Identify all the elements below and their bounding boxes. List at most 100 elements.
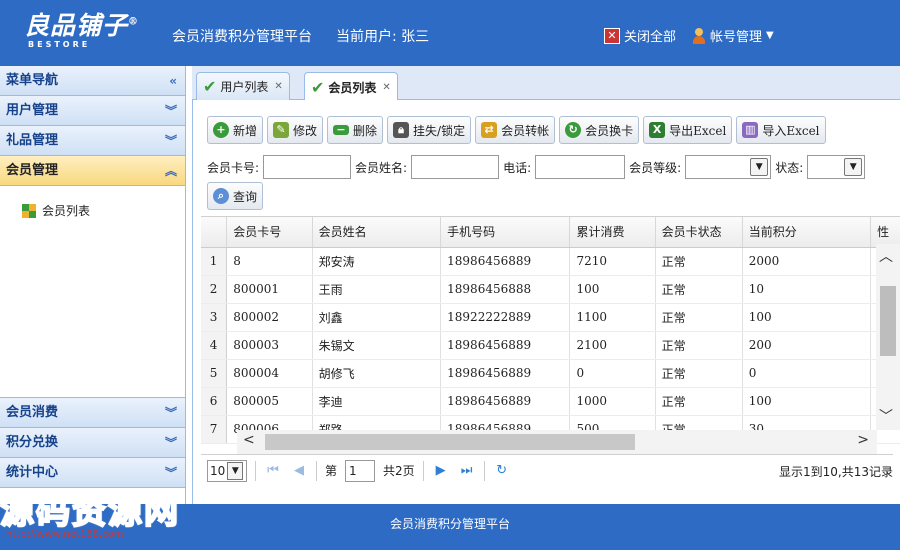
page-size-value: 10 xyxy=(210,463,226,478)
main-panel: + 新增 ✎ 修改 − 删除 🔒︎ 挂失/锁定 ⇄ 会员转帐 ↻ 会员换卡 X … xyxy=(192,100,900,504)
vertical-scrollbar[interactable]: ︿ ﹀ xyxy=(876,244,900,430)
table-cell: 100 xyxy=(569,275,656,304)
tab-user-list[interactable]: ✔ 用户列表 ✕ xyxy=(196,72,290,100)
delete-button[interactable]: − 删除 xyxy=(327,116,384,144)
table-cell: 8 xyxy=(226,247,313,276)
status-select[interactable]: ▼ xyxy=(807,155,866,179)
table-cell: 1000 xyxy=(569,387,656,416)
column-header[interactable]: 会员姓名 xyxy=(312,217,442,248)
user-icon xyxy=(692,27,706,44)
row-number-header xyxy=(201,217,228,248)
column-header[interactable]: 会员卡号 xyxy=(226,217,313,248)
page-number-input[interactable]: 1 xyxy=(345,459,376,482)
tab-close-icon[interactable]: ✕ xyxy=(382,82,390,93)
change-card-button[interactable]: ↻ 会员换卡 xyxy=(559,116,640,144)
table-cell: 胡修飞 xyxy=(312,359,442,388)
table-cell: 正常 xyxy=(655,275,743,304)
table-cell: 800003 xyxy=(226,331,313,360)
column-header[interactable]: 当前积分 xyxy=(742,217,872,248)
edit-button[interactable]: ✎ 修改 xyxy=(267,116,324,144)
table-row[interactable]: 4 800003 朱锡文 18986456889 2100 正常 200 xyxy=(201,331,900,360)
table-cell: 2100 xyxy=(569,331,656,360)
scroll-right-icon[interactable]: > xyxy=(857,432,869,448)
sidebar-item-gift-mgmt[interactable]: 礼品管理 ︾ xyxy=(0,126,185,156)
first-page-icon[interactable]: ⏮ xyxy=(264,463,282,478)
sidebar-item-label: 积分兑换 xyxy=(6,435,59,450)
member-grid: 会员卡号 会员姓名 手机号码 累计消费 会员卡状态 当前积分 性 1 8 郑安涛… xyxy=(201,216,900,454)
table-cell: 18986456889 xyxy=(440,331,571,360)
phone-input[interactable] xyxy=(535,155,626,179)
minus-icon: − xyxy=(333,124,350,135)
check-icon: ✔ xyxy=(311,77,325,97)
table-row[interactable]: 2 800001 王雨 18986456888 100 正常 10 xyxy=(201,275,900,304)
level-select[interactable]: ▼ xyxy=(685,155,772,179)
sidebar-item-user-mgmt[interactable]: 用户管理 ︾ xyxy=(0,96,185,126)
column-header[interactable]: 手机号码 xyxy=(440,217,571,248)
last-page-icon[interactable]: ⏭ xyxy=(458,463,476,478)
scroll-up-icon[interactable]: ︿ xyxy=(879,246,893,266)
filter-bar: 会员卡号: 会员姓名: 电话: 会员等级: ▼ 状态: ▼ xyxy=(207,154,866,180)
horizontal-scrollbar[interactable]: < > xyxy=(237,430,877,454)
name-input[interactable] xyxy=(411,155,500,179)
import-excel-button[interactable]: ▥ 导入Excel xyxy=(736,116,826,144)
tab-member-list[interactable]: ✔ 会员列表 ✕ xyxy=(304,72,398,101)
table-cell: 800001 xyxy=(226,275,313,304)
table-cell: 2000 xyxy=(742,247,872,276)
check-icon: ✔ xyxy=(203,77,217,96)
excel-import-icon: ▥ xyxy=(742,122,759,138)
column-header[interactable]: 会员卡状态 xyxy=(655,217,743,248)
close-icon: ✕ xyxy=(604,27,620,44)
app-header: 良品铺子® BESTORE 会员消费积分管理平台 当前用户: 张三 ✕ 关闭全部… xyxy=(0,0,900,66)
table-row[interactable]: 3 800002 刘鑫 18922222889 1100 正常 100 xyxy=(201,303,900,332)
scroll-down-icon[interactable]: ﹀ xyxy=(879,406,893,426)
card-no-input[interactable] xyxy=(263,155,352,179)
add-button[interactable]: + 新增 xyxy=(207,116,264,144)
row-number: 5 xyxy=(201,359,228,388)
logo-mark: ® xyxy=(128,16,140,28)
account-menu-button[interactable]: 帐号管理 ▼ xyxy=(692,26,774,45)
change-card-label: 会员换卡 xyxy=(585,123,634,138)
table-cell: 18922222889 xyxy=(440,303,571,332)
grid-icon xyxy=(22,203,36,218)
sidebar-title: 菜单导航 « xyxy=(0,66,185,96)
table-cell: 18986456889 xyxy=(440,387,571,416)
page-size-select[interactable]: 10 ▼ xyxy=(207,459,247,482)
column-header[interactable]: 累计消费 xyxy=(569,217,656,248)
refresh-icon[interactable]: ↻ xyxy=(493,463,511,478)
member-transfer-button[interactable]: ⇄ 会员转帐 xyxy=(475,116,556,144)
table-row[interactable]: 1 8 郑安涛 18986456889 7210 正常 2000 xyxy=(201,247,900,276)
tab-label: 用户列表 xyxy=(220,80,269,94)
chevron-down-icon: ▼ xyxy=(750,158,769,176)
sidebar-item-member-consume[interactable]: 会员消费 ︾ xyxy=(0,398,185,428)
sidebar-item-points-exchange[interactable]: 积分兑换 ︾ xyxy=(0,428,185,458)
current-user: 当前用户: 张三 xyxy=(336,29,430,45)
next-page-icon[interactable]: ▶ xyxy=(432,463,450,478)
query-button[interactable]: ⌕ 查询 xyxy=(207,182,264,210)
status-label: 状态: xyxy=(775,160,804,175)
name-label: 会员姓名: xyxy=(355,160,408,175)
collapse-left-icon[interactable]: « xyxy=(169,66,177,96)
chevron-down-icon: ︾ xyxy=(164,134,177,148)
table-cell: 800005 xyxy=(226,387,313,416)
column-header[interactable]: 性 xyxy=(870,217,900,248)
table-cell: 朱锡文 xyxy=(312,331,442,360)
scrollbar-thumb[interactable] xyxy=(265,434,635,450)
query-label: 查询 xyxy=(233,189,258,204)
chevron-down-icon: ︾ xyxy=(164,436,177,450)
sidebar-item-member-mgmt[interactable]: 会员管理 ︽ xyxy=(0,156,185,186)
table-row[interactable]: 5 800004 胡修飞 18986456889 0 正常 0 xyxy=(201,359,900,388)
prev-page-icon[interactable]: ◀ xyxy=(290,463,308,478)
scroll-left-icon[interactable]: < xyxy=(243,432,255,448)
delete-label: 删除 xyxy=(353,123,378,138)
system-title: 会员消费积分管理平台 xyxy=(172,29,312,45)
close-all-button[interactable]: ✕ 关闭全部 xyxy=(604,26,676,45)
table-row[interactable]: 6 800005 李迪 18986456889 1000 正常 100 xyxy=(201,387,900,416)
sidebar-item-label: 用户管理 xyxy=(6,103,59,118)
scrollbar-thumb[interactable] xyxy=(880,286,896,356)
logo: 良品铺子® BESTORE xyxy=(24,6,139,49)
export-excel-button[interactable]: X 导出Excel xyxy=(643,116,733,144)
table-header-row: 会员卡号 会员姓名 手机号码 累计消费 会员卡状态 当前积分 性 xyxy=(201,217,900,248)
sidebar-item-member-list[interactable]: 会员列表 xyxy=(22,202,185,219)
lost-lock-button[interactable]: 🔒︎ 挂失/锁定 xyxy=(387,116,472,144)
tab-close-icon[interactable]: ✕ xyxy=(274,81,282,92)
